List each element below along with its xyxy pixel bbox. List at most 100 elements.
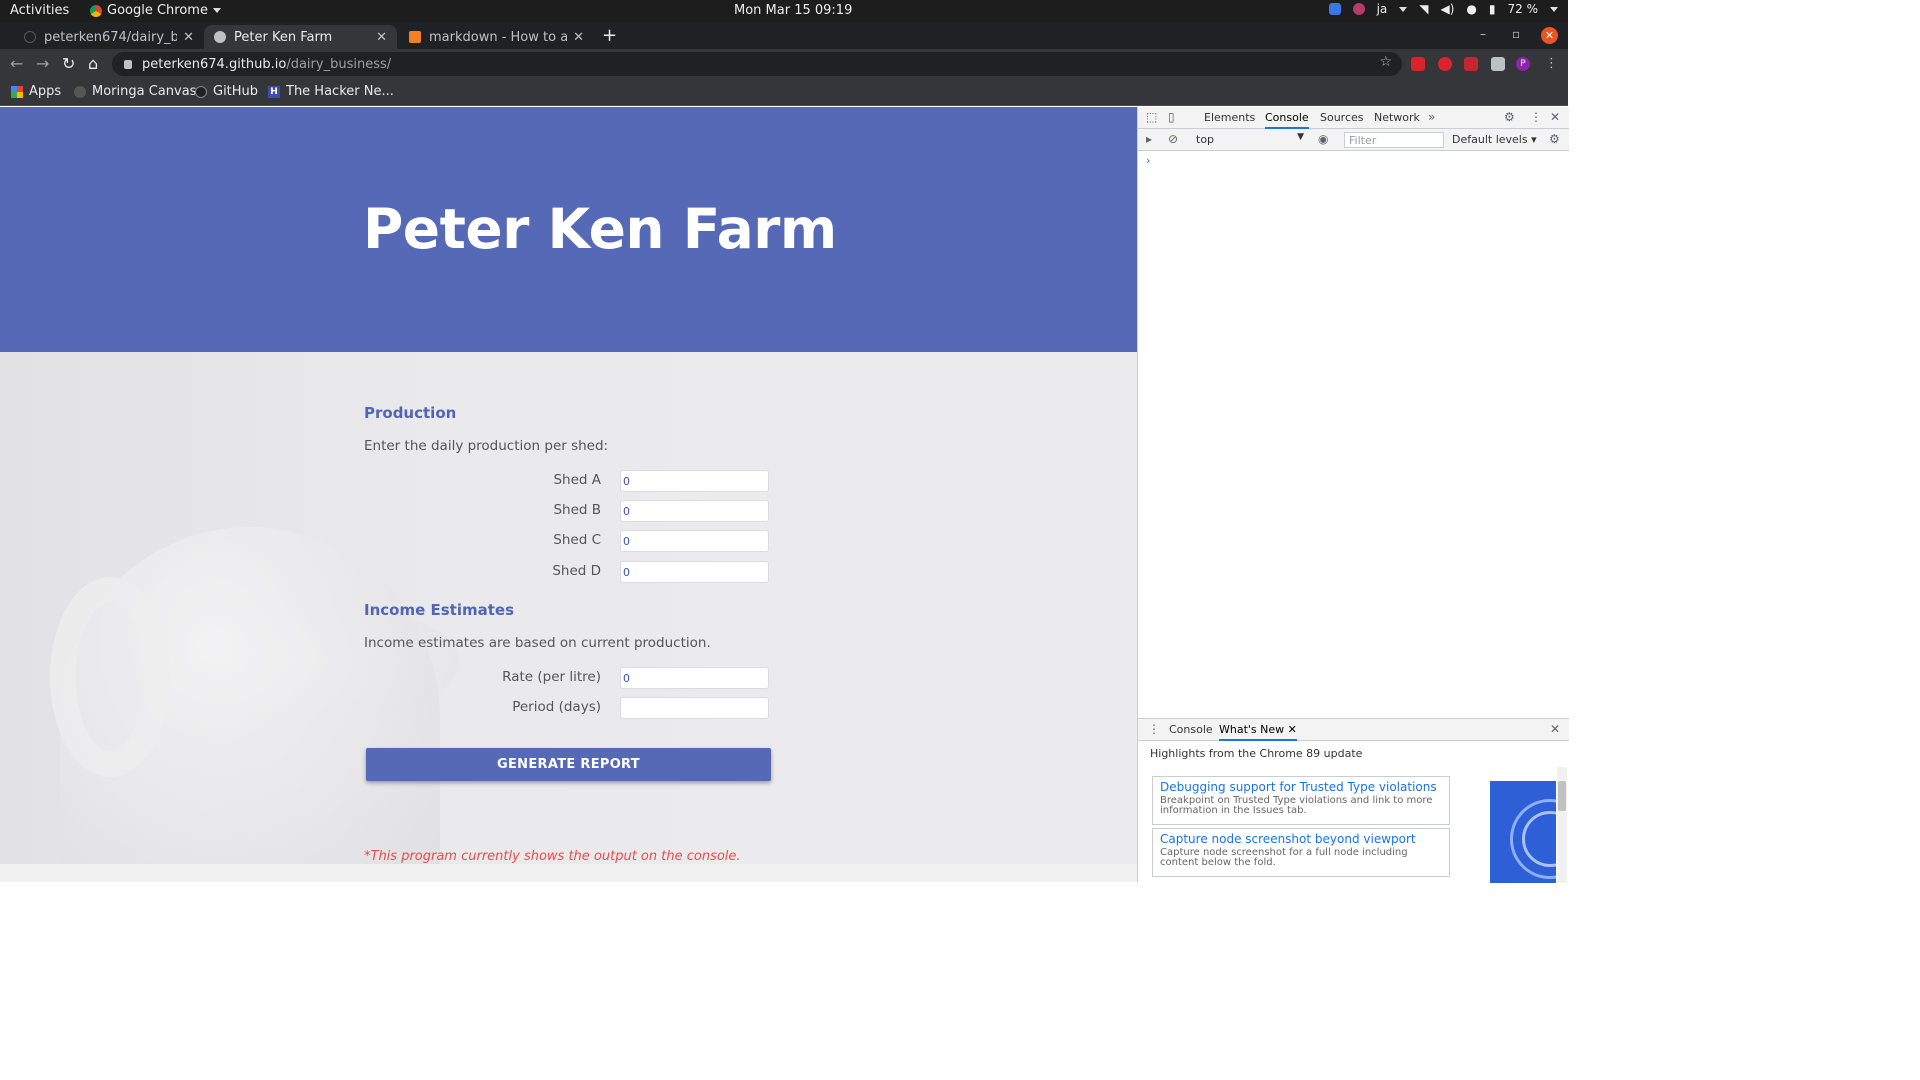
generate-report-button[interactable]: GENERATE REPORT xyxy=(366,748,771,781)
devtools-panel: ⬚ ▯ Elements Console Sources Network » ⚙… xyxy=(1137,107,1569,883)
puzzle-icon[interactable] xyxy=(1491,57,1505,71)
app-menu[interactable]: Google Chrome xyxy=(90,3,221,18)
tab-title: markdown - How to add im xyxy=(429,29,568,45)
app-name: Google Chrome xyxy=(107,3,208,18)
system-tray[interactable]: ja ◥ ◀) ● ▮ 72 % xyxy=(1328,2,1558,16)
close-icon[interactable]: ✕ xyxy=(1550,110,1560,124)
gear-icon[interactable]: ⚙ xyxy=(1549,132,1560,146)
slack-icon[interactable] xyxy=(1352,3,1365,15)
drawer-tab-console[interactable]: Console xyxy=(1169,723,1213,736)
log-levels-dropdown[interactable]: Default levels ▾ xyxy=(1452,133,1537,146)
tab-console[interactable]: Console xyxy=(1265,111,1309,129)
drawer-tab-whats-new[interactable]: What's New ✕ xyxy=(1219,723,1297,741)
chevron-down-icon: ▼ xyxy=(1297,132,1304,142)
zoom-icon[interactable] xyxy=(1328,3,1341,15)
shed-a-input[interactable]: 0 xyxy=(620,470,769,492)
globe-icon xyxy=(214,31,226,43)
whats-new-illustration xyxy=(1490,781,1556,883)
restore-button[interactable]: ▫ xyxy=(1512,27,1520,41)
devtools-tab-bar: ⬚ ▯ Elements Console Sources Network » ⚙… xyxy=(1138,107,1569,129)
reload-button[interactable]: ↻ xyxy=(62,54,75,73)
production-heading: Production xyxy=(364,404,457,422)
tab-github[interactable]: peterken674/dairy_business ✕ xyxy=(14,25,204,49)
tab-sources[interactable]: Sources xyxy=(1320,111,1364,124)
new-tab-button[interactable]: + xyxy=(602,25,617,46)
battery-level: 72 % xyxy=(1507,2,1539,16)
shed-d-input[interactable]: 0 xyxy=(620,561,769,583)
console-note: *This program currently shows the output… xyxy=(364,849,741,864)
clear-console-icon[interactable]: ⊘ xyxy=(1168,132,1178,146)
inspect-icon[interactable]: ⬚ xyxy=(1146,110,1157,124)
console-prompt-icon[interactable]: › xyxy=(1146,154,1150,167)
card-description: Capture node screenshot for a full node … xyxy=(1160,847,1408,868)
lastpass-icon[interactable] xyxy=(1411,57,1425,71)
battery-icon: ▮ xyxy=(1488,2,1496,16)
sidebar-toggle-icon[interactable]: ▸ xyxy=(1146,132,1152,146)
bookmark-apps[interactable]: Apps xyxy=(11,84,61,99)
drawer-tab-label: What's New xyxy=(1219,723,1285,736)
kebab-menu-icon[interactable]: ⋮ xyxy=(1530,110,1542,124)
back-button[interactable]: ← xyxy=(10,54,23,73)
volume-icon: ◀) xyxy=(1440,2,1455,16)
chrome-icon xyxy=(90,4,102,17)
stackoverflow-icon xyxy=(409,31,421,43)
close-icon[interactable]: ✕ xyxy=(376,30,387,45)
bookmark-star-icon[interactable]: ☆ xyxy=(1379,54,1392,70)
log-levels-label: Default levels xyxy=(1452,133,1528,146)
close-icon[interactable]: ✕ xyxy=(573,30,584,45)
income-description: Income estimates are based on current pr… xyxy=(364,635,711,651)
browser-toolbar: ← → ↻ ⌂ peterken674.github.io/dairy_busi… xyxy=(0,49,1568,79)
profile-avatar[interactable]: P xyxy=(1516,57,1530,71)
whats-new-card[interactable]: Debugging support for Trusted Type viola… xyxy=(1152,776,1450,825)
extension-icon[interactable] xyxy=(1438,57,1452,71)
kebab-menu-icon[interactable]: ⋮ xyxy=(1148,722,1160,736)
tab-network[interactable]: Network xyxy=(1374,111,1420,124)
minimize-button[interactable]: – xyxy=(1480,27,1486,41)
close-window-button[interactable]: ✕ xyxy=(1541,27,1558,44)
menu-icon[interactable]: ⋮ xyxy=(1545,57,1559,71)
more-tabs-icon[interactable]: » xyxy=(1428,110,1435,124)
bookmark-github[interactable]: GitHub xyxy=(195,84,258,99)
chevron-down-icon xyxy=(212,8,221,13)
whats-new-heading: Highlights from the Chrome 89 update xyxy=(1150,747,1363,760)
scrollbar-thumb[interactable] xyxy=(1558,781,1566,811)
shed-c-input[interactable]: 0 xyxy=(620,530,769,552)
rate-input[interactable]: 0 xyxy=(620,667,769,689)
tab-peter-ken-farm[interactable]: Peter Ken Farm ✕ xyxy=(204,25,397,49)
tab-elements[interactable]: Elements xyxy=(1204,111,1255,124)
whats-new-card[interactable]: Capture node screenshot beyond viewport … xyxy=(1152,828,1450,877)
hero-banner: Peter Ken Farm xyxy=(0,107,1137,352)
eye-icon[interactable]: ◉ xyxy=(1318,132,1328,146)
bookmark-moringa-canvas[interactable]: Moringa Canvas xyxy=(74,84,196,99)
period-input[interactable] xyxy=(620,697,769,719)
address-bar[interactable]: peterken674.github.io/dairy_business/ ☆ xyxy=(112,52,1402,76)
production-description: Enter the daily production per shed: xyxy=(364,438,609,454)
home-button[interactable]: ⌂ xyxy=(88,54,98,73)
page-title: Peter Ken Farm xyxy=(363,197,837,261)
close-icon[interactable]: ✕ xyxy=(1288,723,1297,736)
extension-icon[interactable] xyxy=(1464,57,1478,71)
console-filter-input[interactable]: Filter xyxy=(1344,132,1444,148)
drawer-scrollbar[interactable] xyxy=(1557,767,1567,883)
lock-icon[interactable] xyxy=(124,59,132,69)
clock[interactable]: Mon Mar 15 09:19 xyxy=(734,3,852,18)
forward-button[interactable]: → xyxy=(36,54,49,73)
shed-a-label: Shed A xyxy=(553,472,601,488)
device-toolbar-icon[interactable]: ▯ xyxy=(1168,110,1175,124)
url-host: peterken674.github.io xyxy=(142,56,287,72)
input-method[interactable]: ja xyxy=(1377,2,1388,16)
bookmark-hacker-news[interactable]: H The Hacker Ne... xyxy=(268,84,394,99)
close-drawer-icon[interactable]: ✕ xyxy=(1550,722,1560,736)
close-icon[interactable]: ✕ xyxy=(183,30,194,45)
gear-icon[interactable]: ⚙ xyxy=(1504,110,1515,124)
tab-title: peterken674/dairy_business xyxy=(44,29,178,45)
card-title[interactable]: Debugging support for Trusted Type viola… xyxy=(1160,780,1442,794)
card-title[interactable]: Capture node screenshot beyond viewport xyxy=(1160,832,1442,846)
shed-b-input[interactable]: 0 xyxy=(620,500,769,522)
shed-b-label: Shed B xyxy=(553,502,601,518)
tab-stackoverflow[interactable]: markdown - How to add im ✕ xyxy=(399,25,594,49)
activities-button[interactable]: Activities xyxy=(10,3,69,18)
github-icon xyxy=(195,85,207,98)
context-selector[interactable]: top ▼ xyxy=(1192,132,1304,148)
bookmark-label: GitHub xyxy=(213,84,259,99)
